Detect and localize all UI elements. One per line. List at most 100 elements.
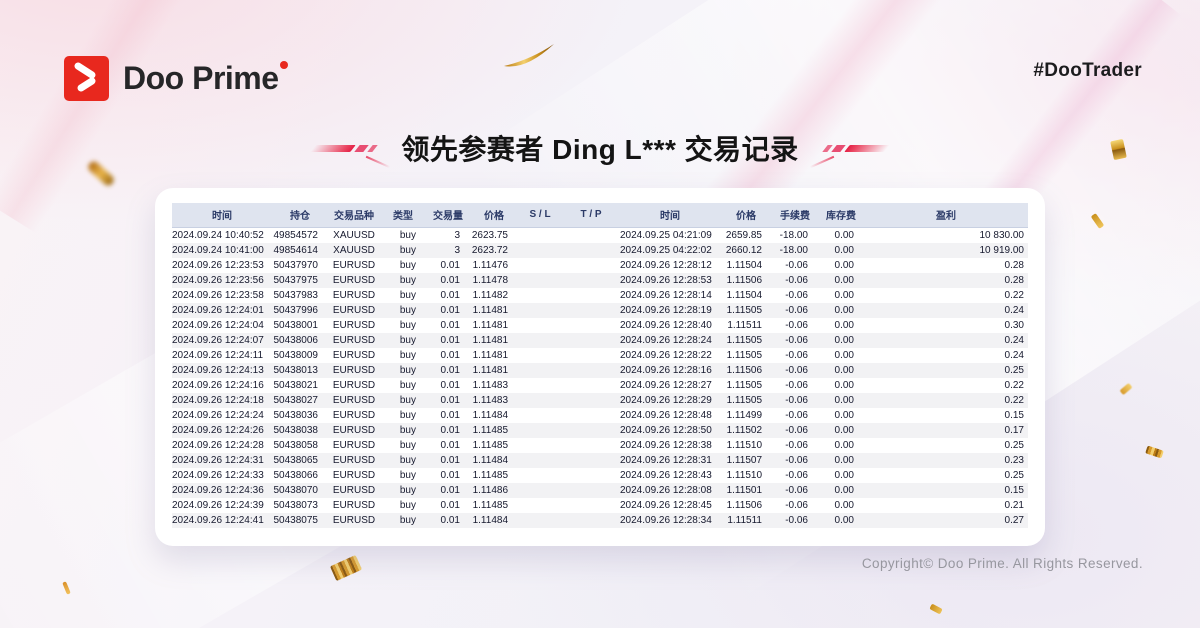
- table-cell: 2024.09.26 12:24:41: [172, 513, 272, 528]
- table-cell: 50438027: [272, 393, 328, 408]
- table-cell: 50438006: [272, 333, 328, 348]
- column-header: 价格: [720, 203, 772, 227]
- table-cell: 1.11484: [470, 453, 518, 468]
- table-row: 2024.09.26 12:24:3150438065EURUSDbuy0.01…: [172, 453, 1028, 468]
- table-cell: -0.06: [772, 468, 818, 483]
- table-cell: EURUSD: [328, 423, 380, 438]
- column-header: 价格: [470, 203, 518, 227]
- table-cell: -0.06: [772, 378, 818, 393]
- table-cell: 49854572: [272, 227, 328, 243]
- table-cell: 2024.09.26 12:28:50: [620, 423, 720, 438]
- table-cell: 1.11481: [470, 333, 518, 348]
- table-cell: 2024.09.26 12:24:13: [172, 363, 272, 378]
- column-header: 库存费: [818, 203, 864, 227]
- table-cell: 0.01: [426, 303, 470, 318]
- table-cell: EURUSD: [328, 258, 380, 273]
- table-cell: 2623.72: [470, 243, 518, 258]
- table-cell: EURUSD: [328, 513, 380, 528]
- table-cell: 0.28: [864, 273, 1028, 288]
- table-cell: [518, 348, 562, 363]
- table-cell: 3: [426, 227, 470, 243]
- table-cell: EURUSD: [328, 348, 380, 363]
- table-cell: 0.01: [426, 378, 470, 393]
- top-bar: Doo Prime #DooTrader: [0, 0, 1200, 110]
- table-cell: 0.01: [426, 363, 470, 378]
- table-cell: 1.11505: [720, 393, 772, 408]
- table-cell: 50438036: [272, 408, 328, 423]
- table-cell: buy: [380, 273, 426, 288]
- table-cell: buy: [380, 483, 426, 498]
- table-cell: 2024.09.26 12:24:31: [172, 453, 272, 468]
- confetti-ribbon: [62, 581, 71, 595]
- table-cell: EURUSD: [328, 438, 380, 453]
- table-cell: [518, 318, 562, 333]
- table-cell: 0.25: [864, 363, 1028, 378]
- table-cell: 1.11499: [720, 408, 772, 423]
- table-cell: buy: [380, 318, 426, 333]
- table-row: 2024.09.26 12:24:0150437996EURUSDbuy0.01…: [172, 303, 1028, 318]
- table-cell: buy: [380, 288, 426, 303]
- table-row: 2024.09.26 12:24:3950438073EURUSDbuy0.01…: [172, 498, 1028, 513]
- table-cell: 0.01: [426, 288, 470, 303]
- table-cell: [518, 423, 562, 438]
- table-cell: 0.00: [818, 303, 864, 318]
- table-cell: buy: [380, 468, 426, 483]
- table-cell: [562, 438, 620, 453]
- table-cell: 2024.09.25 04:22:02: [620, 243, 720, 258]
- table-cell: 0.01: [426, 438, 470, 453]
- table-cell: 0.22: [864, 288, 1028, 303]
- table-cell: [518, 408, 562, 423]
- table-cell: 1.11506: [720, 498, 772, 513]
- table-cell: EURUSD: [328, 333, 380, 348]
- table-cell: 2024.09.26 12:28:53: [620, 273, 720, 288]
- table-cell: 50438070: [272, 483, 328, 498]
- confetti-ribbon: [1119, 383, 1132, 395]
- table-cell: 0.01: [426, 468, 470, 483]
- table-cell: 1.11481: [470, 363, 518, 378]
- table-cell: -0.06: [772, 288, 818, 303]
- table-cell: 2024.09.26 12:23:58: [172, 288, 272, 303]
- table-cell: -0.06: [772, 303, 818, 318]
- table-cell: [518, 333, 562, 348]
- table-row: 2024.09.24 10:40:5249854572XAUUSDbuy3262…: [172, 227, 1028, 243]
- table-cell: [518, 453, 562, 468]
- table-cell: 0.25: [864, 438, 1028, 453]
- brand-name: Doo Prime: [123, 60, 279, 97]
- column-header: S / L: [518, 203, 562, 227]
- table-cell: [518, 288, 562, 303]
- table-cell: [518, 303, 562, 318]
- column-header: 持仓: [272, 203, 328, 227]
- speed-lines-right: [825, 145, 887, 152]
- table-cell: 1.11506: [720, 363, 772, 378]
- table-cell: 0.00: [818, 483, 864, 498]
- table-cell: 0.00: [818, 378, 864, 393]
- table-cell: buy: [380, 363, 426, 378]
- table-cell: 1.11484: [470, 408, 518, 423]
- table-cell: buy: [380, 348, 426, 363]
- table-cell: [518, 363, 562, 378]
- table-cell: EURUSD: [328, 378, 380, 393]
- table-cell: buy: [380, 378, 426, 393]
- table-cell: 0.01: [426, 348, 470, 363]
- table-cell: 1.11505: [720, 303, 772, 318]
- table-cell: 1.11485: [470, 438, 518, 453]
- column-header: 交易品种: [328, 203, 380, 227]
- table-cell: buy: [380, 333, 426, 348]
- column-header: 时间: [620, 203, 720, 227]
- table-cell: -0.06: [772, 423, 818, 438]
- table-cell: 0.00: [818, 498, 864, 513]
- table-row: 2024.09.26 12:24:4150438075EURUSDbuy0.01…: [172, 513, 1028, 528]
- table-row: 2024.09.26 12:24:1850438027EURUSDbuy0.01…: [172, 393, 1028, 408]
- table-cell: 2024.09.26 12:24:24: [172, 408, 272, 423]
- table-cell: 1.11504: [720, 288, 772, 303]
- table-cell: 50437970: [272, 258, 328, 273]
- table-cell: 50438038: [272, 423, 328, 438]
- column-header: 交易量: [426, 203, 470, 227]
- table-cell: [562, 273, 620, 288]
- table-cell: 0.30: [864, 318, 1028, 333]
- table-cell: 3: [426, 243, 470, 258]
- table-cell: [562, 393, 620, 408]
- table-row: 2024.09.26 12:23:5350437970EURUSDbuy0.01…: [172, 258, 1028, 273]
- table-cell: 2024.09.26 12:28:45: [620, 498, 720, 513]
- table-cell: EURUSD: [328, 288, 380, 303]
